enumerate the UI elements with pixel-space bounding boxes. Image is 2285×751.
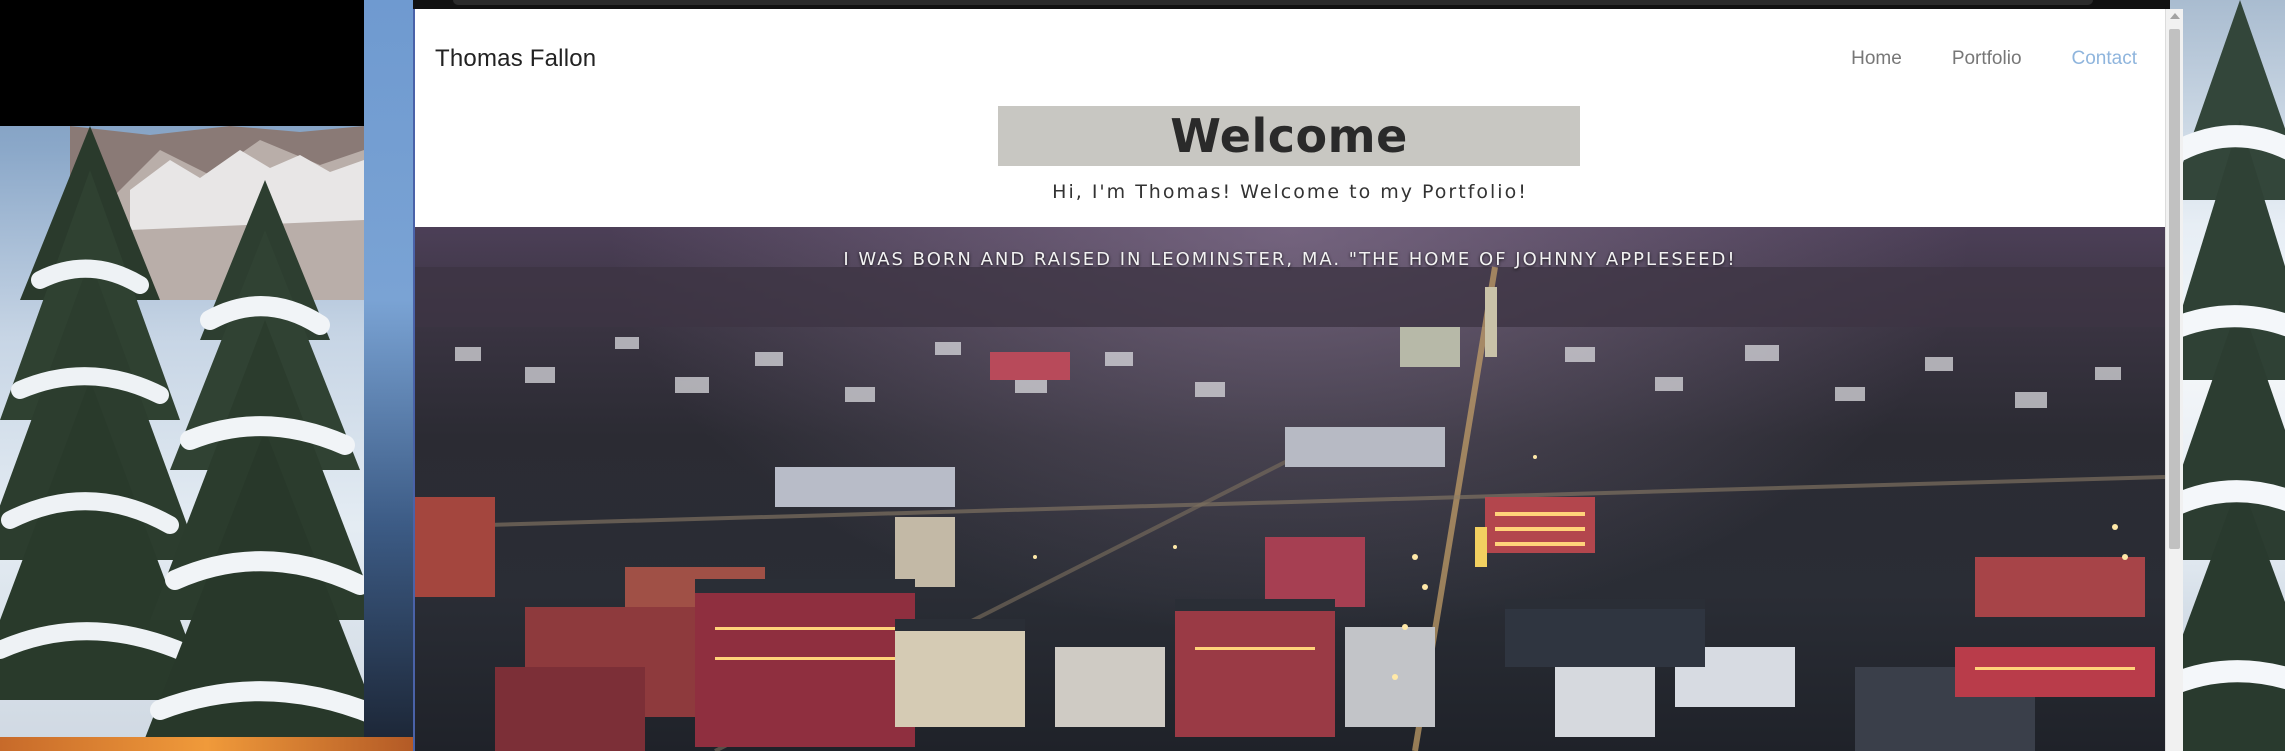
page-subtitle: Hi, I'm Thomas! Welcome to my Portfolio!: [1052, 181, 1528, 203]
aerial-city-image: [415, 266, 2165, 751]
brand-name[interactable]: Thomas Fallon: [435, 45, 596, 73]
page-scrollbar[interactable]: [2165, 9, 2183, 751]
window-edge-strip: [364, 0, 413, 751]
snowy-tree-image: [2170, 0, 2285, 751]
browser-window: Thomas Fallon Home Portfolio Contact Wel…: [413, 0, 2183, 751]
nav-link-portfolio[interactable]: Portfolio: [1952, 48, 2022, 70]
hero-caption: I WAS BORN AND RAISED IN LEOMINSTER, MA.…: [843, 249, 1737, 270]
bottom-glow: [0, 737, 413, 751]
nav-link-contact[interactable]: Contact: [2072, 48, 2137, 70]
snowy-pine-trees-image: [0, 126, 390, 751]
nav-links: Home Portfolio Contact: [1801, 48, 2137, 70]
web-page: Thomas Fallon Home Portfolio Contact Wel…: [415, 9, 2165, 751]
right-wallpaper: [2170, 0, 2285, 751]
nav-link-home[interactable]: Home: [1851, 48, 1902, 70]
welcome-banner: Welcome: [998, 106, 1580, 166]
desktop-background: Thomas Fallon Home Portfolio Contact Wel…: [0, 0, 2285, 751]
scrollbar-thumb[interactable]: [2169, 29, 2180, 549]
scroll-up-arrow-icon[interactable]: [2170, 13, 2180, 19]
left-wallpaper: [0, 0, 413, 751]
page-title: Welcome: [1170, 109, 1408, 163]
browser-top-bar: [413, 0, 2170, 9]
hero-image-section: I WAS BORN AND RAISED IN LEOMINSTER, MA.…: [415, 227, 2165, 751]
browser-tab-strip: [453, 0, 2093, 5]
navbar: Thomas Fallon Home Portfolio Contact: [415, 9, 2165, 97]
